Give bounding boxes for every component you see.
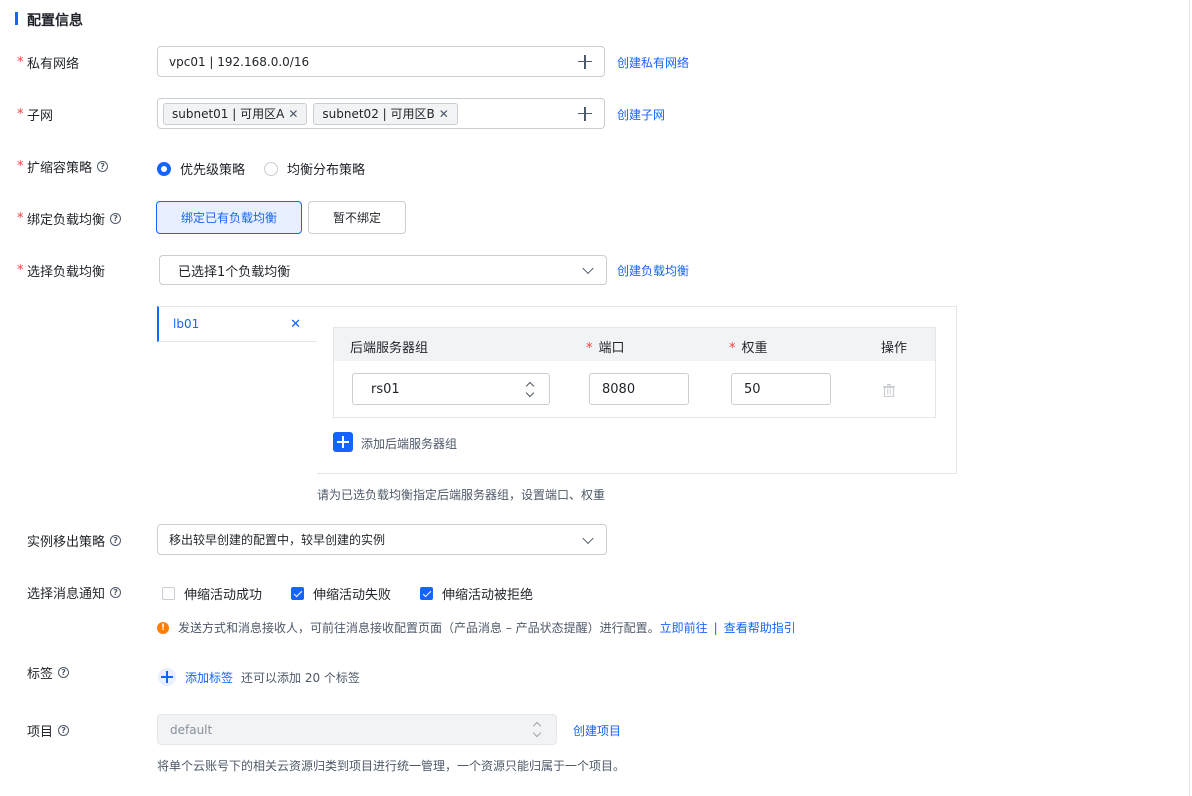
close-icon[interactable]: ✕ bbox=[290, 317, 301, 332]
tags-remaining: 还可以添加 20 个标签 bbox=[241, 670, 360, 685]
help-icon[interactable]: ? bbox=[58, 725, 70, 736]
project-select[interactable]: default bbox=[157, 714, 557, 745]
section-accent-bar bbox=[15, 12, 18, 25]
project-hint: 将单个云账号下的相关云资源归类到项目进行统一管理，一个资源只能归属于一个项目。 bbox=[157, 759, 626, 773]
notify-option-rejected[interactable]: 伸缩活动被拒绝 bbox=[420, 584, 533, 603]
subnet-tag: subnet01 | 可用区A ✕ bbox=[163, 102, 308, 125]
checkbox-checked-icon[interactable] bbox=[420, 587, 433, 600]
close-icon[interactable]: ✕ bbox=[288, 107, 298, 121]
required-mark: * bbox=[17, 263, 24, 278]
removal-label: 实例移出策略 ? bbox=[17, 531, 122, 550]
create-project-link[interactable]: 创建项目 bbox=[573, 722, 621, 739]
subnet-tag: subnet02 | 可用区B ✕ bbox=[313, 102, 458, 125]
add-icon[interactable] bbox=[578, 106, 592, 121]
required-mark: * bbox=[17, 159, 24, 174]
notify-option-success[interactable]: 伸缩活动成功 bbox=[162, 584, 262, 603]
select-lb-label: * 选择负载均衡 bbox=[17, 263, 106, 280]
add-tag-link[interactable]: 添加标签 bbox=[185, 669, 233, 686]
chevron-down-icon bbox=[582, 262, 594, 275]
radio-selected-icon[interactable] bbox=[157, 161, 171, 176]
lb-hint: 请为已选负载均衡指定后端服务器组，设置端口、权重 bbox=[317, 488, 606, 502]
vpc-label: * 私有网络 bbox=[17, 55, 80, 72]
up-down-icon bbox=[532, 720, 542, 740]
notify-option-failed[interactable]: 伸缩活动失败 bbox=[291, 584, 391, 603]
add-backend-group-link[interactable]: 添加后端服务器组 bbox=[361, 435, 457, 452]
project-label: 项目 ? bbox=[17, 721, 70, 740]
checkbox-icon[interactable] bbox=[162, 587, 175, 600]
vpc-value: vpc01 | 192.168.0.0/16 bbox=[169, 54, 310, 69]
help-guide-link[interactable]: 查看帮助指引 bbox=[724, 619, 796, 636]
help-icon[interactable]: ? bbox=[110, 587, 122, 598]
add-tag-row: 添加标签 还可以添加 20 个标签 bbox=[158, 668, 360, 686]
trash-icon[interactable] bbox=[883, 384, 895, 397]
bind-existing-lb-button[interactable]: 绑定已有负载均衡 bbox=[156, 201, 302, 234]
header-port: * 端口 bbox=[586, 341, 625, 356]
warning-icon: ! bbox=[157, 621, 169, 634]
create-subnet-link[interactable]: 创建子网 bbox=[617, 106, 665, 123]
checkbox-checked-icon[interactable] bbox=[291, 587, 304, 600]
required-mark: * bbox=[729, 341, 736, 356]
help-icon[interactable]: ? bbox=[58, 667, 70, 678]
add-circle-icon[interactable] bbox=[158, 668, 176, 686]
header-group: 后端服务器组 bbox=[350, 341, 429, 356]
scaling-label: * 扩缩容策略 ? bbox=[17, 157, 109, 176]
port-input[interactable]: 8080 bbox=[589, 373, 689, 405]
required-mark: * bbox=[586, 341, 593, 356]
lb-select[interactable]: 已选择1个负载均衡 bbox=[159, 255, 607, 285]
required-mark: * bbox=[17, 55, 24, 70]
header-weight: * 权重 bbox=[729, 341, 768, 356]
weight-input[interactable]: 50 bbox=[731, 373, 831, 405]
create-vpc-link[interactable]: 创建私有网络 bbox=[617, 54, 689, 71]
subnet-select[interactable]: subnet01 | 可用区A ✕ subnet02 | 可用区B ✕ bbox=[157, 98, 605, 129]
lb-tab[interactable]: lb01 ✕ bbox=[157, 306, 317, 342]
required-mark: * bbox=[17, 107, 24, 122]
create-lb-link[interactable]: 创建负载均衡 bbox=[617, 262, 689, 279]
go-now-link[interactable]: 立即前往 bbox=[660, 619, 708, 636]
panel-right-border bbox=[1189, 0, 1190, 796]
vpc-select[interactable]: vpc01 | 192.168.0.0/16 bbox=[157, 46, 605, 77]
backend-group-select[interactable]: rs01 bbox=[352, 373, 550, 405]
add-icon[interactable] bbox=[333, 432, 353, 452]
scaling-option-priority[interactable]: 优先级策略 bbox=[157, 159, 245, 178]
up-down-icon bbox=[525, 380, 535, 400]
notify-label: 选择消息通知 ? bbox=[17, 583, 122, 602]
radio-icon[interactable] bbox=[264, 161, 278, 176]
chevron-down-icon bbox=[582, 532, 594, 544]
close-icon[interactable]: ✕ bbox=[439, 107, 449, 121]
section-title: 配置信息 bbox=[27, 13, 83, 29]
bind-lb-label: * 绑定负载均衡 ? bbox=[17, 209, 122, 228]
scaling-option-balanced[interactable]: 均衡分布策略 bbox=[264, 159, 365, 178]
tags-label: 标签 ? bbox=[17, 663, 70, 682]
help-icon[interactable]: ? bbox=[110, 213, 122, 224]
required-mark: * bbox=[17, 211, 24, 226]
lb-select-value: 已选择1个负载均衡 bbox=[178, 264, 291, 280]
add-icon[interactable] bbox=[578, 54, 592, 69]
table-header: 后端服务器组 * 端口 * 权重 操作 bbox=[334, 328, 935, 361]
removal-select[interactable]: 移出较早创建的配置中，较早创建的实例 bbox=[157, 524, 607, 555]
link-separator: | bbox=[713, 620, 718, 635]
no-bind-button[interactable]: 暂不绑定 bbox=[308, 201, 406, 234]
help-icon[interactable]: ? bbox=[97, 161, 109, 172]
notify-info: ! 发送方式和消息接收人，可前往消息接收配置页面（产品消息 – 产品状态提醒）进… bbox=[157, 619, 796, 636]
help-icon[interactable]: ? bbox=[110, 535, 122, 546]
backend-table: 后端服务器组 * 端口 * 权重 操作 rs01 8080 50 bbox=[333, 327, 936, 418]
header-action: 操作 bbox=[881, 341, 908, 356]
subnet-label: * 子网 bbox=[17, 107, 54, 124]
